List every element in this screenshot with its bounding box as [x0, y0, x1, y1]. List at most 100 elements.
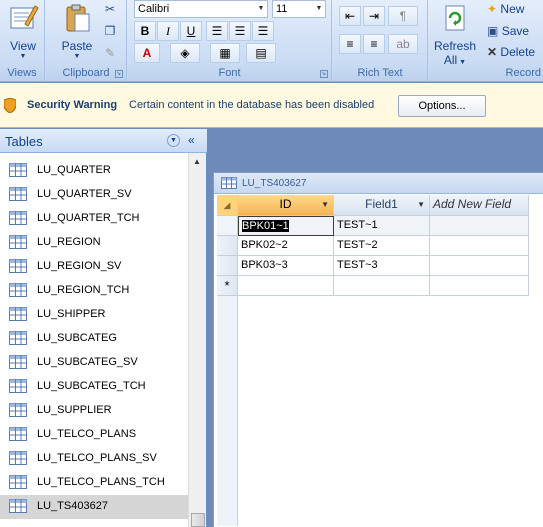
- cut-icon[interactable]: ✂: [100, 0, 120, 18]
- save-record-button[interactable]: ▣ Save: [487, 24, 529, 38]
- new-row-cell-new-field[interactable]: [430, 276, 529, 296]
- collapse-pane-icon[interactable]: «: [188, 133, 195, 147]
- column-field1-dropdown-icon[interactable]: ▼: [417, 195, 425, 214]
- column-header-field1[interactable]: Field1 ▼: [334, 195, 430, 216]
- nav-table-item-label: LU_TELCO_PLANS_SV: [37, 452, 157, 464]
- nav-table-item-label: LU_SUPPLIER: [37, 404, 112, 416]
- add-new-field-header[interactable]: Add New Field: [430, 195, 529, 216]
- nav-table-item[interactable]: LU_SUBCATEG_TCH: [0, 375, 188, 399]
- font-name-value: Calibri: [138, 3, 170, 15]
- options-button[interactable]: Options...: [398, 95, 486, 117]
- font-size-combo[interactable]: 11 ▼: [272, 0, 326, 18]
- font-name-combo[interactable]: Calibri ▼: [134, 0, 268, 18]
- nav-table-item[interactable]: LU_TS403627: [0, 495, 188, 519]
- column-header-id[interactable]: ID ▼: [238, 195, 334, 216]
- nav-table-item[interactable]: LU_REGION: [0, 231, 188, 255]
- refresh-all-button[interactable]: Refresh All ▼: [433, 2, 477, 67]
- nav-table-item[interactable]: LU_REGION_TCH: [0, 279, 188, 303]
- table-cell-new-field[interactable]: [430, 256, 529, 276]
- font-size-dropdown-icon[interactable]: ▼: [313, 1, 325, 17]
- views-group: View ▼ Views: [0, 0, 45, 82]
- ribbon: View ▼ Views Paste ▼ ✂ ❐ ✎ Clipboard ↘ C…: [0, 0, 543, 82]
- view-icon: [10, 5, 39, 29]
- alternate-fill-icon[interactable]: ▤: [246, 43, 276, 63]
- table-icon: [9, 355, 27, 369]
- table-icon: [9, 259, 27, 273]
- font-launcher-icon[interactable]: ↘: [320, 70, 328, 78]
- align-right-icon[interactable]: ☰: [252, 21, 274, 41]
- table-cell-id[interactable]: BPK03~3: [238, 256, 334, 276]
- font-name-dropdown-icon[interactable]: ▼: [255, 1, 267, 17]
- paragraph-icon[interactable]: ¶: [388, 6, 418, 26]
- datasheet-window: LU_TS403627 ◢ ID ▼ Field1 ▼ Add New Fiel…: [213, 172, 543, 527]
- nav-table-item[interactable]: LU_SUBCATEG_SV: [0, 351, 188, 375]
- italic-button[interactable]: I: [157, 21, 179, 41]
- gridlines-icon[interactable]: ▦: [210, 43, 240, 63]
- font-color-icon[interactable]: A: [134, 43, 160, 63]
- row-selector[interactable]: [217, 236, 238, 256]
- table-icon: [9, 403, 27, 417]
- table-cell-id[interactable]: BPK01~1: [238, 216, 334, 236]
- bold-button[interactable]: B: [134, 21, 156, 41]
- scroll-up-icon[interactable]: ▲: [193, 157, 201, 166]
- fill-color-icon[interactable]: ◈: [170, 43, 200, 63]
- increase-indent-icon[interactable]: ⇥: [363, 6, 385, 26]
- new-row-cell-field1[interactable]: [334, 276, 430, 296]
- clipboard-group: Paste ▼ ✂ ❐ ✎ Clipboard ↘: [46, 0, 127, 82]
- new-record-button[interactable]: ✦ New: [487, 2, 524, 16]
- paste-icon: [66, 4, 90, 32]
- table-cell-new-field[interactable]: [430, 216, 529, 236]
- row-selector[interactable]: [217, 216, 238, 236]
- table-cell-field1[interactable]: TEST~2: [334, 236, 430, 256]
- nav-table-item-label: LU_QUARTER: [37, 164, 111, 176]
- nav-table-item[interactable]: LU_QUARTER_SV: [0, 183, 188, 207]
- refresh-label: Refresh: [433, 39, 477, 53]
- underline-button[interactable]: U: [180, 21, 202, 41]
- clipboard-group-label: Clipboard: [46, 65, 126, 81]
- records-group-label: Record: [429, 65, 543, 81]
- chevron-down-icon[interactable]: ▼: [167, 134, 180, 147]
- security-warning-bar: Security Warning Certain content in the …: [0, 83, 543, 128]
- paste-button[interactable]: Paste ▼: [52, 2, 102, 60]
- bullets-icon[interactable]: ≡: [363, 34, 385, 54]
- decrease-indent-icon[interactable]: ⇤: [339, 6, 361, 26]
- align-center-icon[interactable]: ☰: [229, 21, 251, 41]
- table-cell-field1[interactable]: TEST~1: [334, 216, 430, 236]
- nav-table-item[interactable]: LU_TELCO_PLANS_TCH: [0, 471, 188, 495]
- nav-table-item[interactable]: LU_TELCO_PLANS_SV: [0, 447, 188, 471]
- table-cell-new-field[interactable]: [430, 236, 529, 256]
- nav-table-item[interactable]: LU_REGION_SV: [0, 255, 188, 279]
- table-cell-field1[interactable]: TEST~3: [334, 256, 430, 276]
- nav-scrollbar[interactable]: ▲: [188, 153, 206, 527]
- view-button[interactable]: View ▼: [5, 2, 41, 60]
- nav-table-item[interactable]: LU_QUARTER: [0, 159, 188, 183]
- align-left-icon[interactable]: ☰: [206, 21, 228, 41]
- nav-table-item[interactable]: LU_TELCO_PLANS: [0, 423, 188, 447]
- new-row-cell-id[interactable]: [238, 276, 334, 296]
- select-all-corner[interactable]: ◢: [217, 195, 238, 216]
- new-row-marker[interactable]: *: [217, 276, 238, 296]
- navigation-pane-header[interactable]: Tables ▼ «: [0, 129, 207, 153]
- datasheet-tab[interactable]: LU_TS403627: [214, 173, 543, 194]
- nav-table-item[interactable]: LU_SHIPPER: [0, 303, 188, 327]
- nav-table-item[interactable]: LU_QUARTER_TCH: [0, 207, 188, 231]
- copy-icon[interactable]: ❐: [100, 22, 120, 40]
- delete-record-label: Delete: [500, 45, 536, 59]
- format-painter-icon[interactable]: ✎: [100, 44, 120, 62]
- table-cell-id[interactable]: BPK02~2: [238, 236, 334, 256]
- scroll-thumb[interactable]: [191, 513, 205, 527]
- column-header-id-label: ID: [279, 197, 292, 211]
- clipboard-launcher-icon[interactable]: ↘: [115, 70, 123, 78]
- font-size-value: 11: [276, 3, 288, 15]
- highlight-icon[interactable]: ab: [388, 34, 418, 54]
- table-icon: [9, 427, 27, 441]
- nav-table-item[interactable]: LU_SUBCATEG: [0, 327, 188, 351]
- column-id-dropdown-icon[interactable]: ▼: [321, 195, 329, 214]
- delete-icon: ✕: [487, 45, 498, 59]
- row-selector[interactable]: [217, 256, 238, 276]
- table-list: LU_QUARTER LU_QUARTER_SV LU_QUARTER_TCH LU_…: [0, 153, 188, 527]
- delete-record-button[interactable]: ✕ Delete: [487, 45, 535, 59]
- nav-table-item[interactable]: LU_SUPPLIER: [0, 399, 188, 423]
- nav-table-item-label: LU_QUARTER_TCH: [37, 212, 140, 224]
- numbering-icon[interactable]: ≡: [339, 34, 361, 54]
